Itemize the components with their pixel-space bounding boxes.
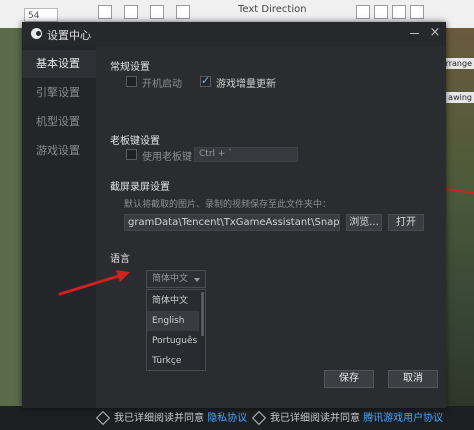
- shape-square-icon[interactable]: [356, 5, 370, 19]
- user-agreement-link[interactable]: 腾讯游戏用户协议: [363, 413, 443, 424]
- boss-key-label: 使用老板键: [142, 152, 192, 163]
- sidebar-item-engine[interactable]: 引擎设置: [22, 79, 96, 107]
- sidebar-item-device[interactable]: 机型设置: [22, 108, 96, 136]
- language-scrollbar[interactable]: [200, 290, 205, 370]
- privacy-link[interactable]: 隐私协议: [207, 413, 247, 424]
- diamond-icon: [251, 410, 267, 426]
- drawing-label[interactable]: awing: [446, 92, 474, 103]
- boss-key-checkbox[interactable]: [126, 149, 137, 160]
- incremental-update-checkbox[interactable]: [200, 74, 211, 87]
- close-button[interactable]: ×: [428, 25, 442, 41]
- language-section-title: 语言: [110, 254, 130, 265]
- settings-sidebar: 基本设置 引擎设置 机型设置 游戏设置: [22, 46, 96, 408]
- language-dropdown-list: 简体中文 English Português Türkçe: [146, 289, 206, 371]
- user-agreement: 我已详细阅读并同意 腾讯游戏用户协议: [251, 410, 443, 426]
- snapshot-path-field[interactable]: gramData\Tencent\TxGameAssistant\Snapsho…: [124, 214, 340, 231]
- language-scrollbar-thumb[interactable]: [201, 292, 204, 336]
- dialog-title: 设置中心: [47, 29, 91, 42]
- general-section-title: 常规设置: [110, 62, 150, 73]
- autostart-checkbox[interactable]: [126, 76, 137, 87]
- boss-key-hotkey-field[interactable]: Ctrl + `: [194, 147, 298, 162]
- language-option-en[interactable]: English: [147, 311, 199, 331]
- privacy-agreement: 我已详细阅读并同意 隐私协议: [95, 410, 247, 426]
- minimize-button[interactable]: [410, 33, 419, 34]
- diamond-icon: [95, 410, 111, 426]
- settings-dialog: 设置中心 × 基本设置 引擎设置 机型设置 游戏设置 常规设置 开机启动 游戏增…: [22, 22, 446, 408]
- settings-content: 常规设置 开机启动 游戏增量更新 老板键设置 使用老板键 Ctrl + ` 截屏…: [96, 46, 446, 408]
- save-button[interactable]: 保存: [324, 370, 374, 388]
- language-option-zh[interactable]: 简体中文: [147, 291, 199, 311]
- align-icon[interactable]: [176, 5, 190, 19]
- autostart-label: 开机启动: [142, 79, 182, 90]
- open-folder-button[interactable]: 打开: [388, 214, 424, 231]
- language-option-pt[interactable]: Português: [147, 331, 199, 351]
- language-option-tr[interactable]: Türkçe: [147, 351, 199, 371]
- browse-button[interactable]: 浏览...: [346, 214, 382, 231]
- annotation-arrow-icon: [58, 270, 130, 296]
- incremental-update-label: 游戏增量更新: [216, 79, 276, 90]
- boss-key-section-title: 老板键设置: [110, 136, 160, 147]
- screenshot-description: 默认将截取的图片、录制的视频保存至此文件夹中：: [124, 200, 332, 210]
- underline-icon[interactable]: [150, 5, 164, 19]
- background-game-art-right: [446, 28, 474, 430]
- language-select[interactable]: 简体中文: [146, 270, 206, 288]
- chevron-down-icon: [194, 278, 200, 282]
- shape-triangle-icon[interactable]: [410, 5, 424, 19]
- dialog-titlebar[interactable]: 设置中心 ×: [22, 22, 446, 46]
- shape-line-icon[interactable]: [374, 5, 388, 19]
- arrange-label[interactable]: rrange: [443, 58, 474, 69]
- screenshot-section-title: 截屏录屏设置: [110, 182, 170, 193]
- sidebar-item-basic[interactable]: 基本设置: [22, 50, 96, 78]
- sidebar-item-game[interactable]: 游戏设置: [22, 137, 96, 165]
- bold-icon[interactable]: [98, 5, 112, 19]
- font-size-field[interactable]: 54: [24, 8, 58, 22]
- cancel-button[interactable]: 取消: [388, 370, 438, 388]
- app-logo-icon: [31, 28, 42, 39]
- italic-icon[interactable]: [124, 5, 138, 19]
- text-direction-button[interactable]: Text Direction: [238, 4, 307, 15]
- shape-arrow-icon[interactable]: [392, 5, 406, 19]
- background-game-art-left: [0, 28, 22, 430]
